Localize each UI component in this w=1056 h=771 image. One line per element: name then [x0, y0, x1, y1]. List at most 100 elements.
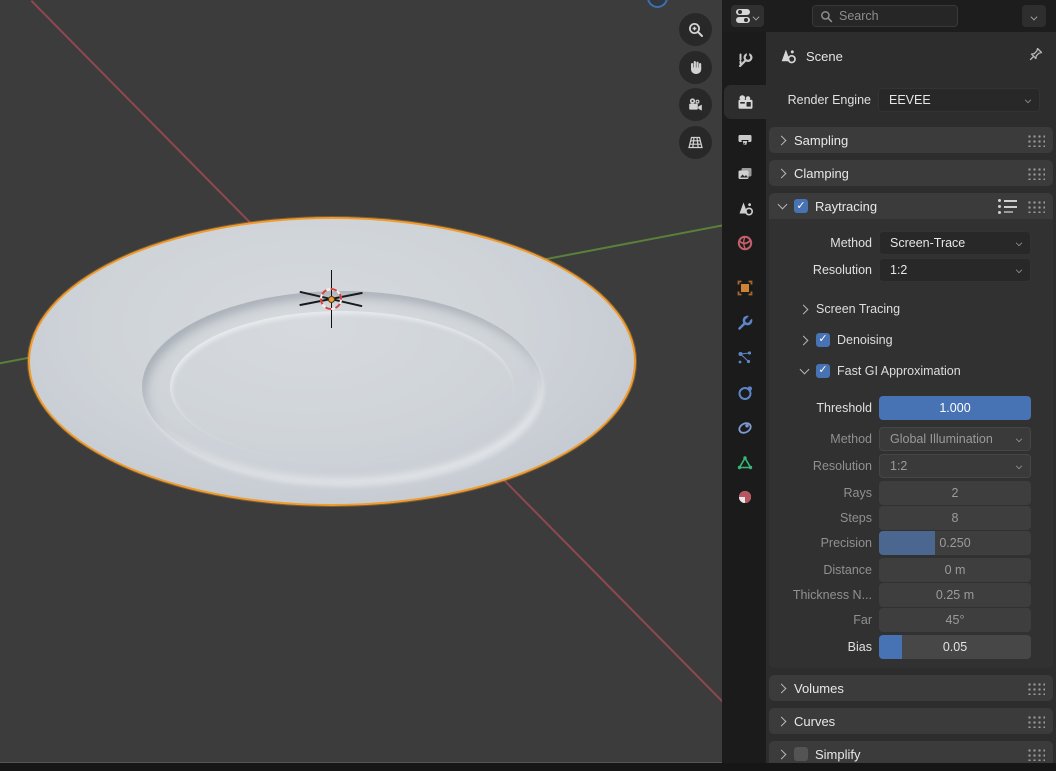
render-engine-label: Render Engine — [766, 93, 878, 107]
viewport-3d[interactable] — [0, 0, 722, 771]
bottom-editor-edge[interactable] — [0, 763, 1056, 771]
properties-header-bar: Search — [722, 0, 1056, 32]
viewport-gizmo-column — [679, 13, 712, 163]
constraints-icon — [736, 419, 754, 437]
slider-fill — [879, 531, 935, 555]
chevron-right-icon — [777, 135, 787, 145]
editor-type-button[interactable] — [731, 5, 764, 27]
fast-gi-checkbox[interactable]: ✓ — [816, 364, 830, 378]
properties-editor-icon — [735, 8, 751, 24]
particles-icon — [736, 349, 754, 367]
tab-material[interactable] — [724, 480, 766, 514]
chevron-right-icon — [777, 716, 787, 726]
bias-slider[interactable]: 0.05 — [879, 635, 1031, 659]
breadcrumb: Scene — [778, 44, 1044, 68]
pin-icon[interactable] — [1028, 46, 1044, 67]
properties-tab-column — [722, 32, 766, 771]
search-input[interactable]: Search — [812, 5, 958, 27]
fastgi-method-dropdown[interactable]: Global Illumination — [879, 427, 1031, 451]
tab-physics[interactable] — [724, 376, 766, 410]
plate-inner-well — [170, 311, 514, 463]
simplify-checkbox[interactable]: ✓ — [794, 747, 808, 761]
fastgi-distance-row: Distance 0 m — [769, 558, 1053, 582]
material-icon — [736, 488, 754, 506]
tab-render-active[interactable] — [724, 85, 766, 119]
threshold-slider[interactable]: 1.000 — [879, 396, 1031, 420]
orthographic-grid-icon[interactable] — [679, 126, 712, 159]
tool-icon — [736, 51, 754, 69]
tab-output[interactable] — [724, 123, 766, 157]
panel-volumes[interactable]: Volumes — [769, 675, 1053, 701]
tab-view-layer[interactable] — [724, 157, 766, 191]
plate-object-selected[interactable] — [28, 217, 636, 506]
render-properties-icon — [736, 93, 755, 112]
panel-clamping[interactable]: Clamping — [769, 160, 1053, 186]
presets-list-icon[interactable] — [998, 198, 1018, 214]
panel-sampling[interactable]: Sampling — [769, 127, 1053, 153]
zoom-icon[interactable] — [679, 13, 712, 46]
fastgi-steps-row: Steps 8 — [769, 506, 1053, 530]
tab-tool[interactable] — [724, 43, 766, 77]
search-placeholder: Search — [839, 9, 879, 23]
navigation-gizmo-partial[interactable] — [647, 0, 668, 8]
far-field[interactable]: 45° — [879, 608, 1031, 632]
chevron-right-icon — [777, 683, 787, 693]
raytracing-checkbox[interactable]: ✓ — [794, 199, 808, 213]
tab-object[interactable] — [724, 271, 766, 305]
object-data-icon — [736, 454, 754, 472]
fastgi-resolution-dropdown[interactable]: 1:2 — [879, 454, 1031, 478]
search-icon — [820, 10, 833, 23]
thickness-near-field[interactable]: 0.25 m — [879, 583, 1031, 607]
subpanel-denoising[interactable]: ✓ Denoising — [769, 328, 1053, 351]
denoising-checkbox[interactable]: ✓ — [816, 333, 830, 347]
chevron-down-icon — [1024, 97, 1032, 105]
raytracing-method-row: Method Screen-Trace — [769, 231, 1053, 255]
distance-field[interactable]: 0 m — [879, 558, 1031, 582]
chevron-right-icon — [777, 168, 787, 178]
breadcrumb-scene-label[interactable]: Scene — [806, 49, 843, 64]
pan-hand-icon[interactable] — [679, 51, 712, 84]
drag-grip-icon[interactable] — [1026, 681, 1045, 695]
rays-field[interactable]: 2 — [879, 481, 1031, 505]
subpanel-screen-tracing[interactable]: Screen Tracing — [769, 297, 1053, 320]
fastgi-precision-row: Precision 0.250 — [769, 531, 1053, 555]
chevron-right-icon — [799, 335, 809, 345]
options-menu-button[interactable] — [1022, 5, 1046, 27]
chevron-down-icon — [1015, 463, 1023, 471]
properties-editor: Search — [722, 0, 1056, 771]
raytracing-resolution-dropdown[interactable]: 1:2 — [879, 258, 1031, 282]
world-icon — [736, 234, 754, 252]
tab-particles[interactable] — [724, 341, 766, 375]
tab-scene[interactable] — [724, 191, 766, 225]
scene-properties-icon — [736, 199, 755, 218]
chevron-right-icon — [799, 304, 809, 314]
fastgi-threshold-row: Threshold 1.000 — [769, 396, 1053, 420]
precision-slider[interactable]: 0.250 — [879, 531, 1031, 555]
drag-grip-icon[interactable] — [1026, 133, 1045, 147]
output-properties-icon — [736, 131, 754, 149]
fastgi-bias-row: Bias 0.05 — [769, 635, 1053, 659]
tab-constraints[interactable] — [724, 411, 766, 445]
fastgi-rays-row: Rays 2 — [769, 481, 1053, 505]
tab-world[interactable] — [724, 226, 766, 260]
render-properties-panel: Scene Render Engine EEVEE — [766, 32, 1056, 771]
render-engine-row: Render Engine EEVEE — [766, 88, 1046, 112]
steps-field[interactable]: 8 — [879, 506, 1031, 530]
drag-grip-icon[interactable] — [1026, 714, 1045, 728]
tab-object-data[interactable] — [724, 446, 766, 480]
panel-raytracing-header[interactable]: ✓ Raytracing — [769, 193, 1053, 219]
tab-modifiers[interactable] — [724, 306, 766, 340]
subpanel-fast-gi[interactable]: ✓ Fast GI Approximation — [769, 359, 1053, 382]
raytracing-resolution-row: Resolution 1:2 — [769, 258, 1053, 282]
drag-grip-icon[interactable] — [1026, 166, 1045, 180]
camera-view-icon[interactable] — [679, 88, 712, 121]
panel-curves[interactable]: Curves — [769, 708, 1053, 734]
chevron-down-icon — [1031, 13, 1038, 20]
drag-grip-icon[interactable] — [1026, 199, 1045, 213]
drag-grip-icon[interactable] — [1026, 747, 1045, 761]
render-engine-dropdown[interactable]: EEVEE — [878, 88, 1040, 112]
fastgi-thickness-row: Thickness N... 0.25 m — [769, 583, 1053, 607]
chevron-down-icon — [1015, 436, 1023, 444]
raytracing-method-dropdown[interactable]: Screen-Trace — [879, 231, 1031, 255]
fastgi-resolution-row: Resolution 1:2 — [769, 454, 1053, 478]
